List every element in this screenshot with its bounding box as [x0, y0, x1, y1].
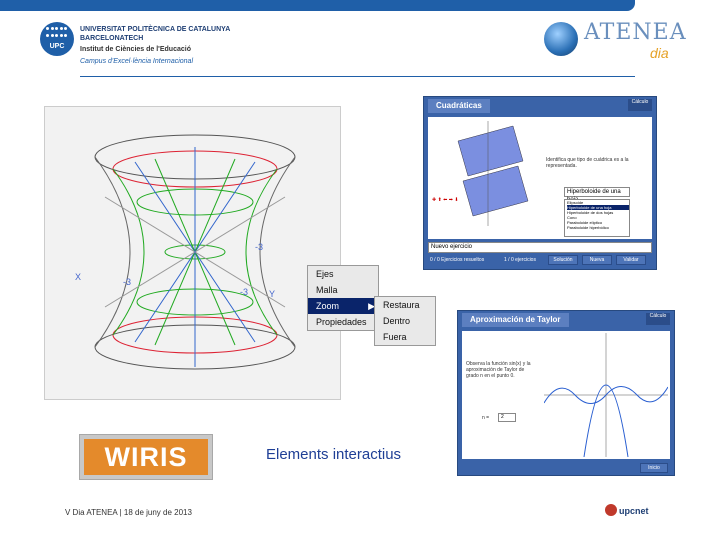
upcnet-logo: upcnet [619, 506, 649, 516]
tick-label: -3 [255, 242, 264, 252]
footer-event: V Dia ATENEA [65, 508, 118, 517]
hyperboloid-3d-plot[interactable]: X Y -3 -3 -3 [44, 106, 341, 400]
quadrics-panel: ✚ ⬆ ⬅ ➡ ⬇ Identifica que tipo de cuádric… [428, 117, 652, 239]
status-count: 1 / 0 ejercicios [504, 257, 536, 263]
menu-item-propiedades[interactable]: Propiedades [308, 314, 378, 330]
tick-label: -3 [123, 277, 132, 287]
zoom-submenu: Restaura Dentro Fuera [374, 296, 436, 346]
slide-caption: Elements interactius [266, 446, 402, 463]
atenea-logo: ATENEA [584, 20, 687, 45]
status-solved: 0 / 0 Ejercicios resueltos [430, 257, 485, 263]
context-menu: Ejes Malla Zoom ▶ Propiedades [307, 265, 379, 331]
menu-item-ejes[interactable]: Ejes [308, 266, 378, 282]
taylor-window: Aproximación de Taylor Cálculo Observa l… [457, 310, 675, 476]
quadrics-window: Cuadráticas Cálculo ✚ ⬆ ⬅ ➡ ⬇ Identifica… [423, 96, 657, 270]
rotate-arrows-icon[interactable]: ✚ ⬆ ⬅ ➡ ⬇ [432, 197, 459, 203]
menu-item-fuera[interactable]: Fuera [375, 329, 435, 345]
top-bar [0, 0, 635, 11]
slide-footer: V Dia ATENEA | 18 de juny de 2013 [65, 508, 192, 517]
wiris-logo: WIRIS [79, 434, 213, 480]
window-badge: Cálculo [646, 313, 670, 325]
quadric-type-list[interactable]: Elipsoide Hiperboloide de una hoja Hiper… [564, 199, 630, 237]
taylor-instructions: Observa la función sin(x) y la aproximac… [466, 361, 531, 379]
taylor-panel: Observa la función sin(x) y la aproximac… [462, 331, 670, 459]
menu-item-malla[interactable]: Malla [308, 282, 378, 298]
upcnet-logo-icon [605, 504, 617, 516]
list-item[interactable]: Paraboloide hiperbólico [567, 225, 629, 230]
y-axis-label: Y [269, 289, 276, 299]
institute-name: Institut de Ciències de l'Educació [80, 46, 191, 53]
university-name: UNIVERSITAT POLITÈCNICA DE CATALUNYA [80, 26, 231, 33]
window-title: Cuadráticas [428, 99, 490, 113]
menu-item-zoom[interactable]: Zoom ▶ [308, 298, 378, 314]
university-subname: BARCELONATECH [80, 35, 144, 42]
x-axis-label: X [75, 272, 82, 282]
instructions-text: Identifica que tipo de cuádrica es a la … [546, 157, 629, 169]
start-button[interactable]: Inicio [640, 463, 668, 473]
menu-item-dentro[interactable]: Dentro [375, 313, 435, 329]
menu-item-restaura[interactable]: Restaura [375, 297, 435, 313]
atenea-globe-icon [544, 22, 578, 56]
n-label: n = [482, 415, 490, 421]
header-divider [80, 76, 635, 77]
solution-button[interactable]: Solución [548, 255, 578, 265]
footer-date: 18 de juny de 2013 [123, 508, 192, 517]
hyperboloid-mesh [94, 134, 296, 370]
quadric-type-select[interactable]: Hiperboloide de una hoja [564, 187, 630, 203]
upc-logo: UPC [40, 22, 74, 56]
window-title: Aproximación de Taylor [462, 313, 569, 327]
quadric-plot[interactable] [428, 121, 538, 231]
new-button[interactable]: Nueva [582, 255, 612, 265]
campus-label: Campus d'Excel·lència Internacional [80, 58, 194, 65]
window-badge: Cálculo [628, 99, 652, 111]
n-input[interactable]: 2 [498, 413, 516, 422]
validate-button[interactable]: Validar [616, 255, 646, 265]
atenea-logo-sub: dia [650, 45, 669, 61]
tick-label: -3 [240, 287, 249, 297]
new-exercise-bar[interactable]: Nuevo ejercicio [428, 242, 652, 253]
taylor-plot[interactable] [544, 333, 668, 457]
